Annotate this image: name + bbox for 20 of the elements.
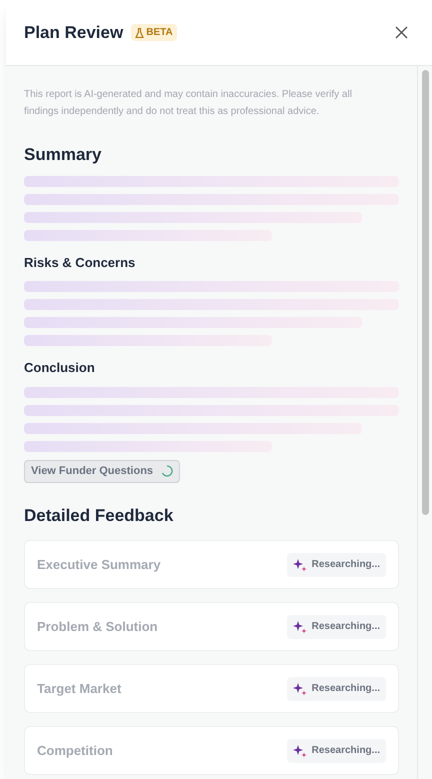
section-heading: Summary	[24, 144, 102, 166]
beta-badge: BETA	[131, 24, 177, 41]
status-badge: Researching...	[286, 614, 386, 638]
status-badge: Researching...	[286, 738, 386, 762]
feedback-card[interactable]: Target Market Researching...	[24, 664, 399, 713]
feedback-title: Executive Summary	[37, 556, 161, 574]
feedback-card[interactable]: Executive Summary Researching...	[24, 540, 399, 589]
feedback-card[interactable]: Problem & Solution Researching...	[24, 602, 399, 651]
feedback-title: Competition	[37, 742, 113, 760]
feedback-card[interactable]: Competition Researching...	[24, 726, 399, 775]
disclaimer-text: This report is AI-generated and may contain inaccuracies. Please verify all findings independently and do not treat this as professional advice.	[24, 88, 353, 119]
section-heading: Conclusion	[24, 359, 96, 377]
section-heading: Detailed Feedback	[24, 504, 174, 526]
status-badge: Researching...	[286, 552, 386, 576]
funder-questions-button[interactable]: View Funder Questions	[24, 460, 180, 482]
status-badge: Researching...	[286, 676, 386, 700]
panel-title: Plan Review	[24, 22, 124, 44]
section-heading: Risks & Concerns	[24, 254, 136, 272]
feedback-title: Target Market	[37, 680, 122, 698]
feedback-title: Problem & Solution	[37, 618, 158, 636]
